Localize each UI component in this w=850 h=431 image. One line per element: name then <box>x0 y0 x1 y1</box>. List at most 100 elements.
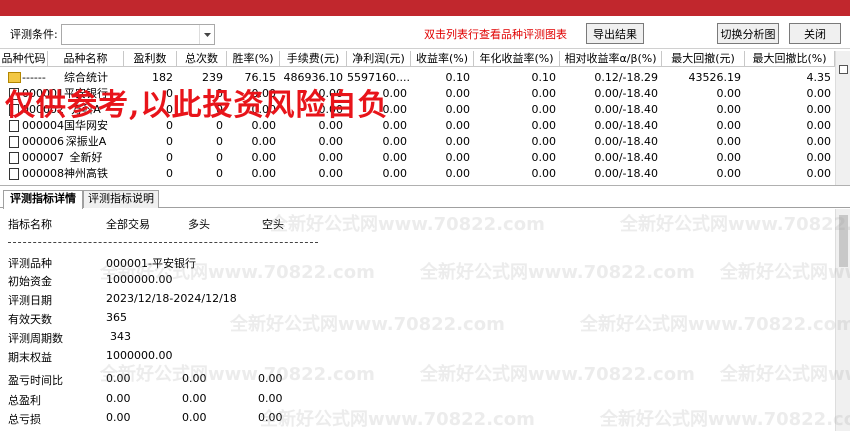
table-row[interactable]: 000006 深振业A 0 0 0.00 0.00 0.00 0.00 0.00 0.00/-18… <box>0 134 835 149</box>
cell-return-rate: 0.00 <box>445 167 471 180</box>
cell-win-count: 0 <box>166 167 173 180</box>
cell-name: 深振业A <box>65 135 107 148</box>
column-header-total-count[interactable]: 总次数 <box>177 51 227 67</box>
toolbar: 评测条件: 双击列表行查看品种评测图表 导出结果 切换分析图 关闭 <box>0 16 850 49</box>
scrollbar-thumb[interactable] <box>839 215 848 267</box>
detail-tabs: 评测指标详情 评测指标说明 <box>0 188 850 209</box>
column-header-name[interactable]: 品种名称 <box>48 51 124 67</box>
info-label: 评测品种 <box>8 257 52 270</box>
cell-max-drawdown: 0.00 <box>716 151 742 164</box>
detail-scrollbar[interactable] <box>835 209 850 431</box>
tab-metric-details[interactable]: 评测指标详情 <box>3 190 83 209</box>
condition-label: 评测条件: <box>10 28 58 41</box>
cell-win-count: 0 <box>166 151 173 164</box>
cell-total-count: 0 <box>216 135 223 148</box>
column-header-return-rate[interactable]: 收益率(%) <box>411 51 474 67</box>
cell-fee: 0.00 <box>318 151 344 164</box>
cell-win-count: 0 <box>166 135 173 148</box>
cell-return-rate: 0.00 <box>445 151 471 164</box>
cell-fee: 0.00 <box>318 135 344 148</box>
info-label: 初始资金 <box>8 275 52 288</box>
cell-relative-return: 0.00/-18.40 <box>594 103 658 116</box>
document-icon <box>9 136 19 148</box>
cell-relative-return: 0.00/-18.40 <box>594 87 658 100</box>
info-value: 365 <box>106 311 127 324</box>
cell-max-drawdown-ratio: 0.00 <box>806 87 832 100</box>
document-icon <box>9 168 19 180</box>
metric-label: 盈亏时间比 <box>8 374 63 387</box>
close-button[interactable]: 关闭 <box>789 23 841 44</box>
metric-value-short: 0.00 <box>258 392 283 405</box>
table-row[interactable]: 000008 神州高铁 0 0 0.00 0.00 0.00 0.00 0.00 0.00/-18… <box>0 166 835 181</box>
cell-return-rate: 0.00 <box>445 87 471 100</box>
cell-annual-return: 0.10 <box>531 71 557 84</box>
cell-win-rate: 0.00 <box>251 167 277 180</box>
metric-value-short: 0.00 <box>258 372 283 385</box>
cell-name: 神州高铁 <box>64 167 108 180</box>
column-header-annual-return[interactable]: 年化收益率(%) <box>474 51 560 67</box>
separator-line <box>8 242 318 243</box>
column-header-max-drawdown[interactable]: 最大回撤(元) <box>662 51 745 67</box>
metric-value-short: 0.00 <box>258 411 283 424</box>
switch-chart-button[interactable]: 切换分析图 <box>717 23 779 44</box>
table-scrollbar[interactable] <box>835 51 850 185</box>
scroll-checkbox-icon <box>839 65 848 74</box>
cell-annual-return: 0.00 <box>531 119 557 132</box>
tab-metric-description[interactable]: 评测指标说明 <box>83 190 159 208</box>
cell-max-drawdown: 0.00 <box>716 103 742 116</box>
detail-header-short: 空头 <box>262 218 284 231</box>
double-click-hint: 双击列表行查看品种评测图表 <box>424 28 567 41</box>
cell-relative-return: 0.00/-18.40 <box>594 167 658 180</box>
info-label: 评测周期数 <box>8 332 63 345</box>
cell-max-drawdown-ratio: 4.35 <box>806 71 832 84</box>
metric-label: 总亏损 <box>8 413 41 426</box>
info-value: 1000000.00 <box>106 273 173 286</box>
info-value: 343 <box>110 330 131 343</box>
table-header: 品种代码 品种名称 盈利数 总次数 胜率(%) 手续费(元) 净利润(元) 收益率(%) 年化收… <box>0 51 835 67</box>
cell-max-drawdown: 0.00 <box>716 135 742 148</box>
cell-annual-return: 0.00 <box>531 87 557 100</box>
cell-max-drawdown-ratio: 0.00 <box>806 135 832 148</box>
cell-max-drawdown-ratio: 0.00 <box>806 119 832 132</box>
cell-return-rate: 0.10 <box>445 71 471 84</box>
cell-return-rate: 0.00 <box>445 119 471 132</box>
detail-header-name: 指标名称 <box>8 218 52 231</box>
column-header-code[interactable]: 品种代码 <box>0 51 48 67</box>
cell-relative-return: 0.00/-18.40 <box>594 151 658 164</box>
cell-annual-return: 0.00 <box>531 151 557 164</box>
cell-max-drawdown-ratio: 0.00 <box>806 151 832 164</box>
column-header-max-drawdown-ratio[interactable]: 最大回撤比(%) <box>745 51 835 67</box>
table-row[interactable]: 000007 全新好 0 0 0.00 0.00 0.00 0.00 0.00 0.00/-18.… <box>0 150 835 165</box>
cell-return-rate: 0.00 <box>445 135 471 148</box>
cell-fee: 0.00 <box>318 167 344 180</box>
cell-relative-return: 0.00/-18.40 <box>594 119 658 132</box>
metric-value-long: 0.00 <box>182 411 207 424</box>
cell-total-count: 0 <box>216 151 223 164</box>
cell-return-rate: 0.00 <box>445 103 471 116</box>
window-title-bar <box>0 0 850 16</box>
column-header-net-profit[interactable]: 净利润(元) <box>347 51 411 67</box>
cell-max-drawdown: 0.00 <box>716 167 742 180</box>
cell-relative-return: 0.12/-18.29 <box>594 71 658 84</box>
column-header-win-count[interactable]: 盈利数 <box>124 51 177 67</box>
chevron-down-icon[interactable] <box>199 25 214 44</box>
info-value: 2023/12/18-2024/12/18 <box>106 292 237 305</box>
column-header-fee[interactable]: 手续费(元) <box>280 51 347 67</box>
condition-combobox[interactable] <box>61 24 215 45</box>
info-label: 有效天数 <box>8 313 52 326</box>
cell-net-profit: 0.00 <box>382 135 408 148</box>
cell-net-profit: 0.00 <box>382 167 408 180</box>
metric-value-all: 0.00 <box>106 392 131 405</box>
cell-name: 全新好 <box>69 151 103 164</box>
export-button[interactable]: 导出结果 <box>586 23 644 44</box>
metric-value-all: 0.00 <box>106 372 131 385</box>
metric-value-all: 0.00 <box>106 411 131 424</box>
column-header-relative-return[interactable]: 相对收益率α/β(%) <box>560 51 662 67</box>
cell-win-rate: 0.00 <box>251 151 277 164</box>
cell-max-drawdown: 43526.19 <box>688 71 742 84</box>
detail-header-long: 多头 <box>188 218 210 231</box>
metric-label: 总盈利 <box>8 394 41 407</box>
info-label: 评测日期 <box>8 294 52 307</box>
column-header-win-rate[interactable]: 胜率(%) <box>227 51 280 67</box>
info-value: 1000000.00 <box>106 349 173 362</box>
